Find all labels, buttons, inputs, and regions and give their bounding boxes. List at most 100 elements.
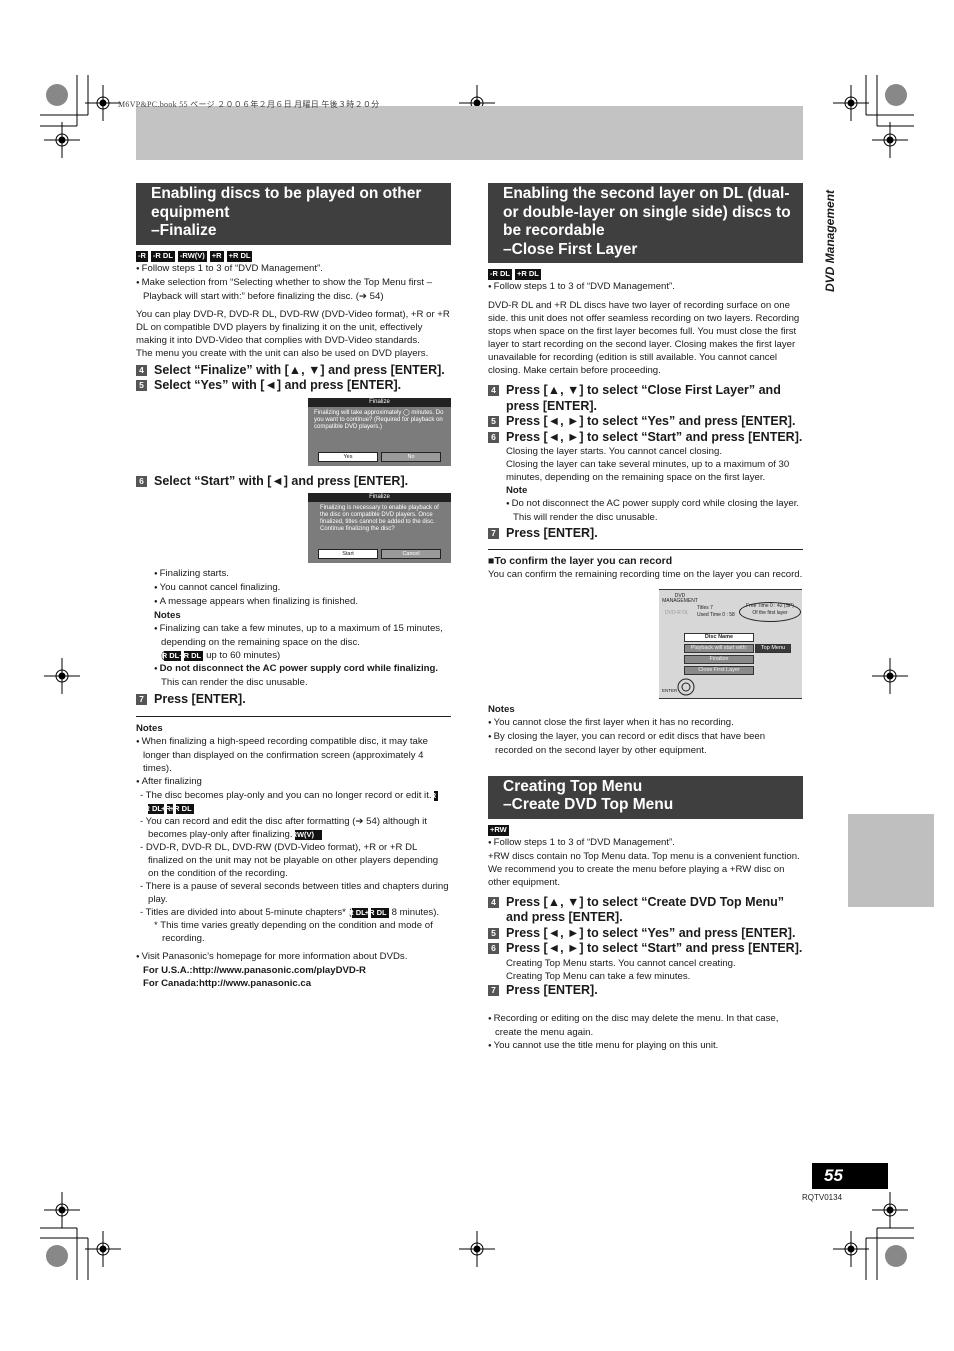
detail-text: Closing the layer starts. You cannot can…	[506, 446, 722, 457]
dash-item: - You can record and edit the disc after…	[136, 815, 451, 841]
step-4: 4 Select “Finalize” with [▲, ▼] and press…	[136, 363, 451, 379]
screen-header: DVD MANAGEMENT	[662, 592, 698, 604]
detail-text: Closing the layer can take several minut…	[506, 459, 790, 483]
disc-type-badges: +RW	[488, 824, 803, 836]
step-6: 6 Press [◄, ►] to select “Start” and pres…	[488, 941, 803, 957]
step-text: Press [◄, ►] to select “Start” and press…	[506, 941, 803, 955]
menu-close-first-layer[interactable]: Close First Layer	[684, 665, 754, 675]
step-text: Press [◄, ►] to select “Yes” and press […	[506, 414, 796, 428]
note-text: Finalizing can take a few minutes, up to…	[159, 623, 443, 648]
menu-playback-start[interactable]: Playback will start with:	[684, 643, 754, 653]
step-number: 6	[136, 475, 147, 487]
bullet-item: A message appears when finalizing is fin…	[154, 595, 451, 609]
bullet-item: Follow steps 1 to 3 of “DVD Management”.	[488, 280, 803, 294]
step-number: 4	[488, 896, 499, 908]
bullet-item: Follow steps 1 to 3 of “DVD Management”.	[136, 262, 451, 276]
step-text: Press [ENTER].	[506, 526, 598, 540]
step-text: Select “Start” with [◄] and press [ENTER…	[154, 473, 409, 488]
playback-value[interactable]: Top Menu	[755, 643, 791, 653]
layer-label: Of the first layer	[752, 609, 788, 616]
step-7: 7 Press [ENTER].	[488, 983, 803, 999]
heading-line: Creating Top Menu	[503, 777, 643, 795]
note-text: - Titles are divided into about 5-minute…	[140, 906, 352, 918]
start-button[interactable]: Start	[318, 549, 378, 559]
menu-finalize[interactable]: Finalize	[684, 654, 754, 664]
step-5: 5 Press [◄, ►] to select “Yes” and press …	[488, 414, 803, 430]
confirm-text: You can confirm the remaining recording …	[488, 568, 803, 580]
step-6: 6 Press [◄, ►] to select “Start” and pres…	[488, 430, 803, 446]
step-number: 6	[488, 431, 499, 443]
detail-text: Creating Top Menu starts. You cannot can…	[506, 957, 736, 969]
heading-line: be recordable	[503, 222, 605, 239]
step-number: 5	[488, 416, 499, 427]
dialog-message: Finalizing will take approximately ◯ min…	[314, 409, 444, 430]
bullet-item: Do not disconnect the AC power supply co…	[506, 497, 803, 524]
bullet-item: By closing the layer, you can record or …	[488, 730, 803, 757]
bullet-item: After finalizing	[136, 775, 451, 789]
no-button[interactable]: No	[381, 451, 441, 462]
step-6-details: Finalizing starts. You cannot cancel fin…	[136, 567, 451, 689]
bullet-item: Finalizing can take a few minutes, up to…	[154, 622, 451, 662]
titles-label: Titles	[697, 604, 709, 611]
heading-line: Enabling the second layer on DL (dual-	[503, 185, 790, 202]
used-time-label: Used Time	[697, 611, 721, 618]
warning-text: Do not disconnect the AC power supply co…	[159, 663, 439, 674]
step-number: 7	[136, 694, 147, 705]
heading-line: Enabling discs to be played on other	[151, 185, 422, 202]
dialog-message: Finalizing is necessary to enable playba…	[320, 505, 439, 532]
heading-line: –Close First Layer	[503, 240, 638, 258]
top-menu-heading: Creating Top Menu –Create DVD Top Menu	[488, 775, 803, 819]
intro-paragraph: You can play DVD-R, DVD-R DL, DVD-RW (DV…	[136, 308, 450, 346]
note-text: This can render the disc unusable.	[161, 677, 308, 688]
disc-badge: +R DL	[226, 250, 253, 262]
yes-button[interactable]: Yes	[318, 451, 378, 462]
finalize-start-dialog: Finalize Finalizing is necessary to enab…	[308, 493, 451, 563]
usa-link[interactable]: For U.S.A.:http://www.panasonic.com/play…	[136, 964, 451, 977]
disc-type-label: DVD-R DL	[665, 609, 689, 616]
header-strip	[136, 106, 803, 160]
bullet-item: Recording or editing on the disc may del…	[488, 1012, 803, 1039]
bullet-item: You cannot use the title menu for playin…	[488, 1039, 803, 1053]
menu-disc-name[interactable]: Disc Name	[684, 632, 754, 642]
bullet-item: Follow steps 1 to 3 of “DVD Management”.	[488, 836, 803, 850]
disc-type-badges: -R DL +R DL	[488, 269, 803, 280]
bullet-item: You cannot close the first layer when it…	[488, 716, 803, 730]
step-number: 4	[488, 385, 499, 396]
note-text: 8 minutes).	[391, 906, 440, 918]
intro-paragraph-2: The menu you create with the unit can al…	[136, 347, 429, 359]
canada-link[interactable]: For Canada:http://www.panasonic.ca	[136, 977, 451, 990]
close-layer-heading: Enabling the second layer on DL (dual- o…	[488, 183, 803, 263]
heading-line: –Finalize	[151, 222, 217, 239]
disc-badge: -RW(V)	[289, 829, 322, 840]
step-6-details: Closing the layer starts. You cannot can…	[488, 445, 803, 524]
disc-badge: -R	[428, 790, 439, 801]
finalize-notes: Notes When finalizing a high-speed recor…	[136, 722, 451, 990]
titles-value: 7	[710, 604, 713, 611]
disc-badge: +R DL	[169, 803, 194, 814]
disc-badge: -R	[136, 250, 148, 262]
disc-badge: +RW	[488, 824, 509, 836]
step-5: 5 Press [◄, ►] to select “Yes” and press …	[488, 926, 803, 942]
bullet-item: You cannot cancel finalizing.	[154, 581, 451, 595]
disc-badge: +R DL	[515, 269, 541, 280]
free-time-value: 0 : 42 (SP)	[770, 602, 794, 609]
disc-badge: +R DL	[179, 651, 204, 661]
divider	[136, 715, 451, 717]
cancel-button[interactable]: Cancel	[381, 549, 441, 559]
step-text: Press [◄, ►] to select “Start” and press…	[506, 429, 803, 444]
step-5: 5 Select “Yes” with [◄] and press [ENTER]…	[136, 378, 451, 394]
notes-title: Notes	[136, 722, 163, 734]
remote-dpad-icon	[677, 678, 695, 695]
dvd-management-screen: DVD MANAGEMENT DVD-R DL Titles 7 Used Ti…	[659, 588, 802, 699]
close-layer-notes: Notes You cannot close the first layer w…	[488, 703, 803, 757]
step-text: Press [▲, ▼] to select “Close First Laye…	[506, 383, 781, 413]
used-time-value: 0 : 58	[722, 611, 735, 618]
disc-badge: +R	[209, 250, 224, 262]
side-thumb-tab	[848, 814, 934, 907]
top-menu-notes: Recording or editing on the disc may del…	[488, 1012, 803, 1053]
step-6: 6 Select “Start” with [◄] and press [ENTE…	[136, 474, 451, 490]
step-text: Press [ENTER].	[154, 692, 246, 706]
dash-item: - Titles are divided into about 5-minute…	[136, 906, 451, 919]
disc-badge: +R DL	[364, 907, 389, 918]
print-metadata: M6VP&PC.book 55 ページ ２００６年２月６日 月曜日 午後３時２０…	[118, 100, 380, 109]
